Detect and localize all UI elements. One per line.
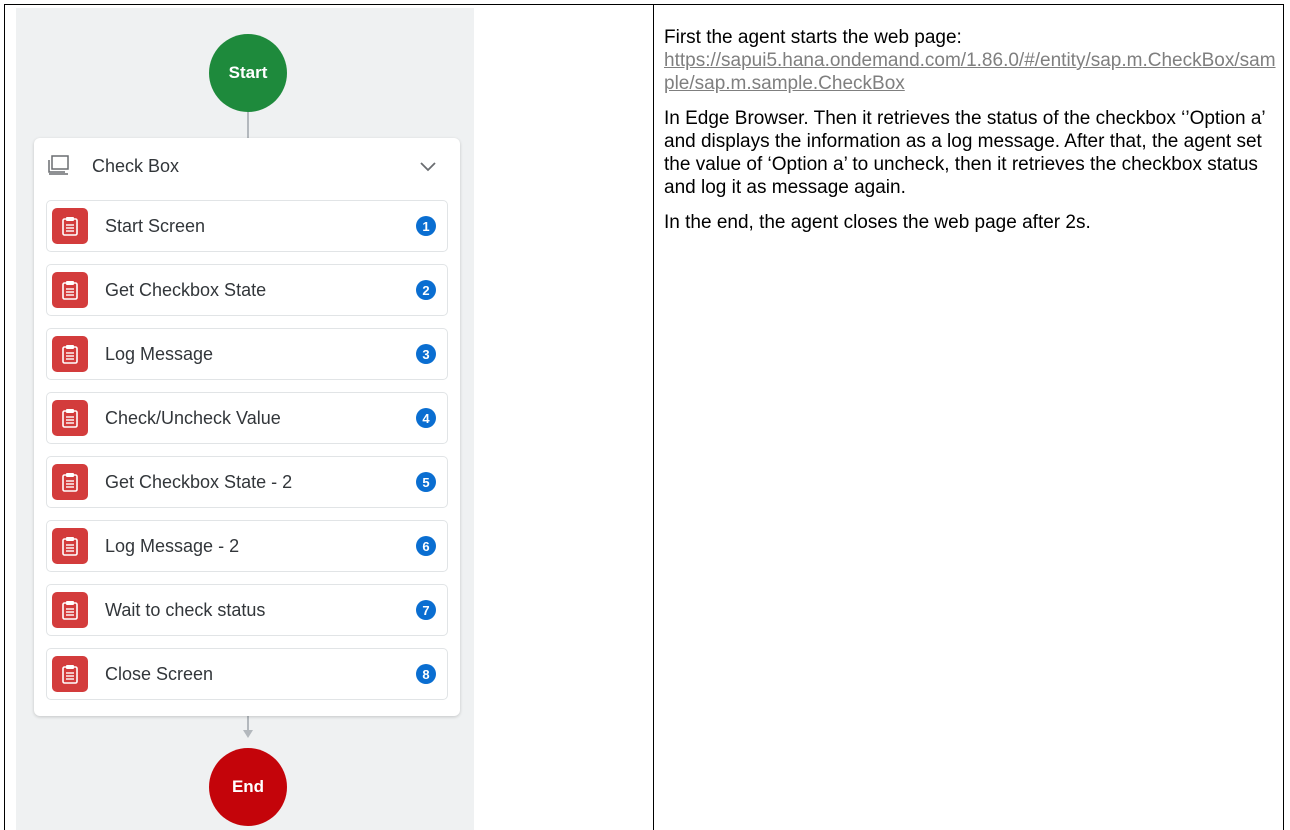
flow-panel: Start Check Box Start Screen 1 Get Check…: [16, 8, 474, 830]
step-label: Log Message - 2: [105, 536, 240, 556]
clipboard-icon: [52, 336, 88, 372]
start-node[interactable]: Start: [209, 34, 287, 112]
clipboard-icon: [52, 464, 88, 500]
clipboard-icon: [52, 592, 88, 628]
clipboard-icon: [52, 208, 88, 244]
step-check-uncheck-value[interactable]: Check/Uncheck Value 4: [46, 392, 448, 444]
step-close-screen[interactable]: Close Screen 8: [46, 648, 448, 700]
step-number-badge: 6: [416, 536, 436, 556]
column-divider: [653, 5, 654, 830]
step-number-badge: 8: [416, 664, 436, 684]
screen-icon: [48, 155, 69, 175]
step-number-badge: 7: [416, 600, 436, 620]
clipboard-icon: [52, 400, 88, 436]
end-node[interactable]: End: [209, 748, 287, 826]
connector-line: [247, 112, 249, 138]
step-get-checkbox-state[interactable]: Get Checkbox State 2: [46, 264, 448, 316]
description-panel: First the agent starts the web page: htt…: [664, 26, 1284, 246]
clipboard-icon: [52, 528, 88, 564]
description-paragraph-intro: First the agent starts the web page: htt…: [664, 26, 1284, 95]
arrow-down-icon: [243, 730, 253, 738]
step-label: Close Screen: [105, 664, 214, 684]
chevron-down-icon[interactable]: [418, 156, 438, 176]
clipboard-icon: [52, 656, 88, 692]
step-number-badge: 3: [416, 344, 436, 364]
description-paragraph-closing: In the end, the agent closes the web pag…: [664, 212, 1091, 233]
end-label: End: [231, 777, 265, 796]
step-wait-to-check-status[interactable]: Wait to check status 7: [46, 584, 448, 636]
step-number-badge: 2: [416, 280, 436, 300]
step-label: Check/Uncheck Value: [105, 408, 281, 428]
group-title: Check Box: [92, 156, 180, 176]
step-number-badge: 4: [416, 408, 436, 428]
description-paragraph-body: In Edge Browser. Then it retrieves the s…: [664, 108, 1265, 198]
sample-page-link[interactable]: https://sapui5.hana.ondemand.com/1.86.0/…: [664, 49, 1284, 95]
group-header[interactable]: Check Box: [34, 138, 460, 194]
step-start-screen[interactable]: Start Screen 1: [46, 200, 448, 252]
step-label: Wait to check status: [105, 600, 266, 620]
step-number-badge: 5: [416, 472, 436, 492]
clipboard-icon: [52, 272, 88, 308]
step-get-checkbox-state-2[interactable]: Get Checkbox State - 2 5: [46, 456, 448, 508]
step-label: Start Screen: [105, 216, 206, 236]
step-log-message[interactable]: Log Message 3: [46, 328, 448, 380]
intro-text: First the agent starts the web page:: [664, 27, 962, 48]
start-label: Start: [228, 63, 268, 82]
step-log-message-2[interactable]: Log Message - 2 6: [46, 520, 448, 572]
step-label: Get Checkbox State: [105, 280, 267, 300]
step-number-badge: 1: [416, 216, 436, 236]
group-check-box[interactable]: Check Box Start Screen 1 Get Checkbox St…: [34, 138, 460, 716]
step-label: Log Message: [105, 344, 214, 364]
step-label: Get Checkbox State - 2: [105, 472, 293, 492]
